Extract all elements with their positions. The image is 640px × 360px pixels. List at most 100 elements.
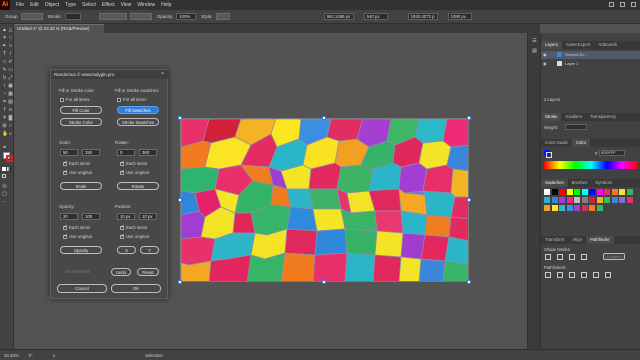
unite-icon[interactable] bbox=[545, 254, 551, 260]
graph-tool-icon[interactable]: ▓ bbox=[8, 116, 13, 121]
checkbox-box[interactable] bbox=[63, 233, 68, 239]
tab-align[interactable]: Align bbox=[568, 236, 586, 244]
selection-handle[interactable] bbox=[467, 198, 471, 202]
minus-back-icon[interactable] bbox=[605, 272, 611, 278]
tab-stroke[interactable]: Stroke bbox=[541, 113, 562, 121]
tab-symbols[interactable]: Symbols bbox=[591, 179, 615, 187]
swatch-chip[interactable] bbox=[574, 197, 580, 203]
rotate-use-original-checkbox[interactable]: Use original bbox=[120, 169, 149, 175]
swatch-chip[interactable] bbox=[559, 205, 565, 211]
checkbox-box[interactable] bbox=[63, 169, 68, 175]
align-icons[interactable] bbox=[249, 13, 310, 20]
menu-effect[interactable]: Effect bbox=[102, 2, 115, 8]
swatch-chip[interactable] bbox=[626, 189, 633, 195]
swatch-chip[interactable] bbox=[566, 205, 573, 211]
scale-tool-icon[interactable]: ⤢ bbox=[8, 76, 13, 81]
tab-layers[interactable]: Layers bbox=[541, 41, 562, 49]
tab-pathfinder[interactable]: Pathfinder bbox=[585, 236, 614, 244]
slice-tool-icon[interactable]: ∕ bbox=[8, 124, 13, 129]
layer-name[interactable]: Voronoi Di... bbox=[565, 52, 587, 57]
swatch-chip[interactable] bbox=[544, 189, 550, 195]
none-mode-icon[interactable] bbox=[2, 174, 6, 178]
weight-field[interactable] bbox=[565, 124, 587, 130]
swatch-chip[interactable] bbox=[544, 197, 550, 203]
width-tool-icon[interactable]: ≀ bbox=[2, 84, 7, 89]
checkbox-box[interactable] bbox=[117, 97, 121, 102]
line-tool-icon[interactable]: / bbox=[8, 52, 13, 57]
swatch-chip[interactable] bbox=[566, 197, 573, 203]
swatch-chip[interactable] bbox=[574, 205, 580, 211]
swatch-chip[interactable] bbox=[619, 189, 625, 195]
direct-selection-tool-icon[interactable]: △ bbox=[8, 28, 13, 33]
scale-each-items-checkbox[interactable]: Each items bbox=[63, 160, 90, 166]
selection-handle[interactable] bbox=[322, 280, 326, 284]
menu-edit[interactable]: Edit bbox=[30, 2, 39, 8]
undo-button[interactable]: Undo bbox=[111, 268, 131, 276]
artboard-voronoi-mosaic[interactable] bbox=[180, 118, 469, 282]
position-use-original-checkbox[interactable]: Use original bbox=[120, 233, 149, 239]
layer-row[interactable]: ◉ Voronoi Di... bbox=[541, 51, 640, 59]
swatch-chip[interactable] bbox=[604, 189, 610, 195]
color-mode-icon[interactable] bbox=[2, 167, 6, 171]
width-field[interactable]: 1920.0073 p bbox=[407, 13, 438, 20]
swatch-chip[interactable] bbox=[604, 197, 610, 203]
selection-handle[interactable] bbox=[178, 280, 182, 284]
checkbox-box[interactable] bbox=[63, 224, 68, 230]
opacity-button[interactable]: Opacity bbox=[60, 246, 102, 254]
position-y-button[interactable]: Y bbox=[140, 246, 159, 254]
symbol-sprayer-icon[interactable]: ⚘ bbox=[2, 116, 7, 121]
rotation-value[interactable]: 0° bbox=[29, 353, 33, 358]
magic-wand-icon[interactable]: ✶ bbox=[2, 36, 7, 41]
stroke-color-icon[interactable] bbox=[6, 155, 13, 162]
shaper-tool-icon[interactable]: ✎ bbox=[2, 68, 7, 73]
screen-mode-icon[interactable]: ▢ bbox=[2, 192, 7, 197]
scale-use-original-checkbox[interactable]: Use original bbox=[63, 169, 92, 175]
swatch-chip[interactable] bbox=[574, 189, 580, 195]
opacity-use-original-checkbox[interactable]: Use original bbox=[63, 233, 92, 239]
swatch-chip[interactable] bbox=[559, 189, 565, 195]
swatch-chip[interactable] bbox=[626, 197, 633, 203]
menu-type[interactable]: Type bbox=[65, 2, 76, 8]
cancel-button[interactable]: Cancel bbox=[57, 284, 107, 293]
tab-asset-export[interactable]: Asset Export bbox=[562, 41, 594, 49]
y-field[interactable]: 540 px bbox=[363, 13, 388, 20]
layer-name[interactable]: Layer 1 bbox=[565, 61, 578, 66]
rectangle-tool-icon[interactable]: □ bbox=[2, 60, 7, 65]
variable-width-dropdown[interactable] bbox=[98, 13, 127, 20]
swap-colors-icon[interactable]: ⇄ bbox=[2, 144, 7, 149]
tab-transparency[interactable]: Transparency bbox=[586, 113, 620, 121]
checkbox-box[interactable] bbox=[120, 224, 125, 230]
swatch-chip[interactable] bbox=[581, 197, 588, 203]
current-stroke-swatch[interactable] bbox=[546, 152, 552, 158]
menu-view[interactable]: View bbox=[121, 2, 132, 8]
swatch-chip[interactable] bbox=[619, 197, 625, 203]
selection-handle[interactable] bbox=[322, 116, 326, 120]
for-all-items-swatches-checkbox[interactable]: For all items bbox=[117, 97, 146, 102]
swatch-chip[interactable] bbox=[611, 189, 618, 195]
zoom-level[interactable]: 33.33% bbox=[4, 353, 19, 358]
eyedropper-icon[interactable]: † bbox=[2, 108, 7, 113]
artboard-tool-icon[interactable]: ⊞ bbox=[2, 124, 7, 129]
divide-icon[interactable] bbox=[545, 272, 551, 278]
shape-builder-icon[interactable]: ◔ bbox=[2, 92, 7, 97]
document-tab[interactable]: Untitled-1* @ 33.33 % (RGB/Preview) bbox=[14, 24, 104, 33]
rotate-max-field[interactable]: 360 bbox=[139, 149, 157, 156]
swatch-chip[interactable] bbox=[589, 197, 595, 203]
checkbox-box[interactable] bbox=[60, 97, 64, 102]
ok-button[interactable]: OK bbox=[111, 284, 161, 293]
layer-row[interactable]: ◉ Layer 1 bbox=[541, 60, 640, 68]
maximize-icon[interactable] bbox=[620, 2, 625, 7]
draw-mode-icon[interactable]: ◎ bbox=[2, 184, 7, 189]
outline-icon[interactable] bbox=[593, 272, 599, 278]
libraries-icon[interactable]: ▤ bbox=[532, 49, 537, 54]
tab-swatches[interactable]: Swatches bbox=[541, 179, 568, 187]
stroke-weight-field[interactable] bbox=[64, 13, 81, 20]
exclude-icon[interactable] bbox=[581, 254, 587, 260]
tab-artboards[interactable]: Artboards bbox=[594, 41, 621, 49]
swatch-chip[interactable] bbox=[581, 189, 588, 195]
gradient-mode-icon[interactable] bbox=[7, 167, 11, 171]
visibility-icon[interactable]: ◉ bbox=[543, 61, 547, 66]
rotate-tool-icon[interactable]: ↻ bbox=[2, 76, 7, 81]
opacity-field[interactable]: 100% bbox=[176, 13, 197, 20]
paintbrush-icon[interactable]: ✐ bbox=[8, 60, 13, 65]
